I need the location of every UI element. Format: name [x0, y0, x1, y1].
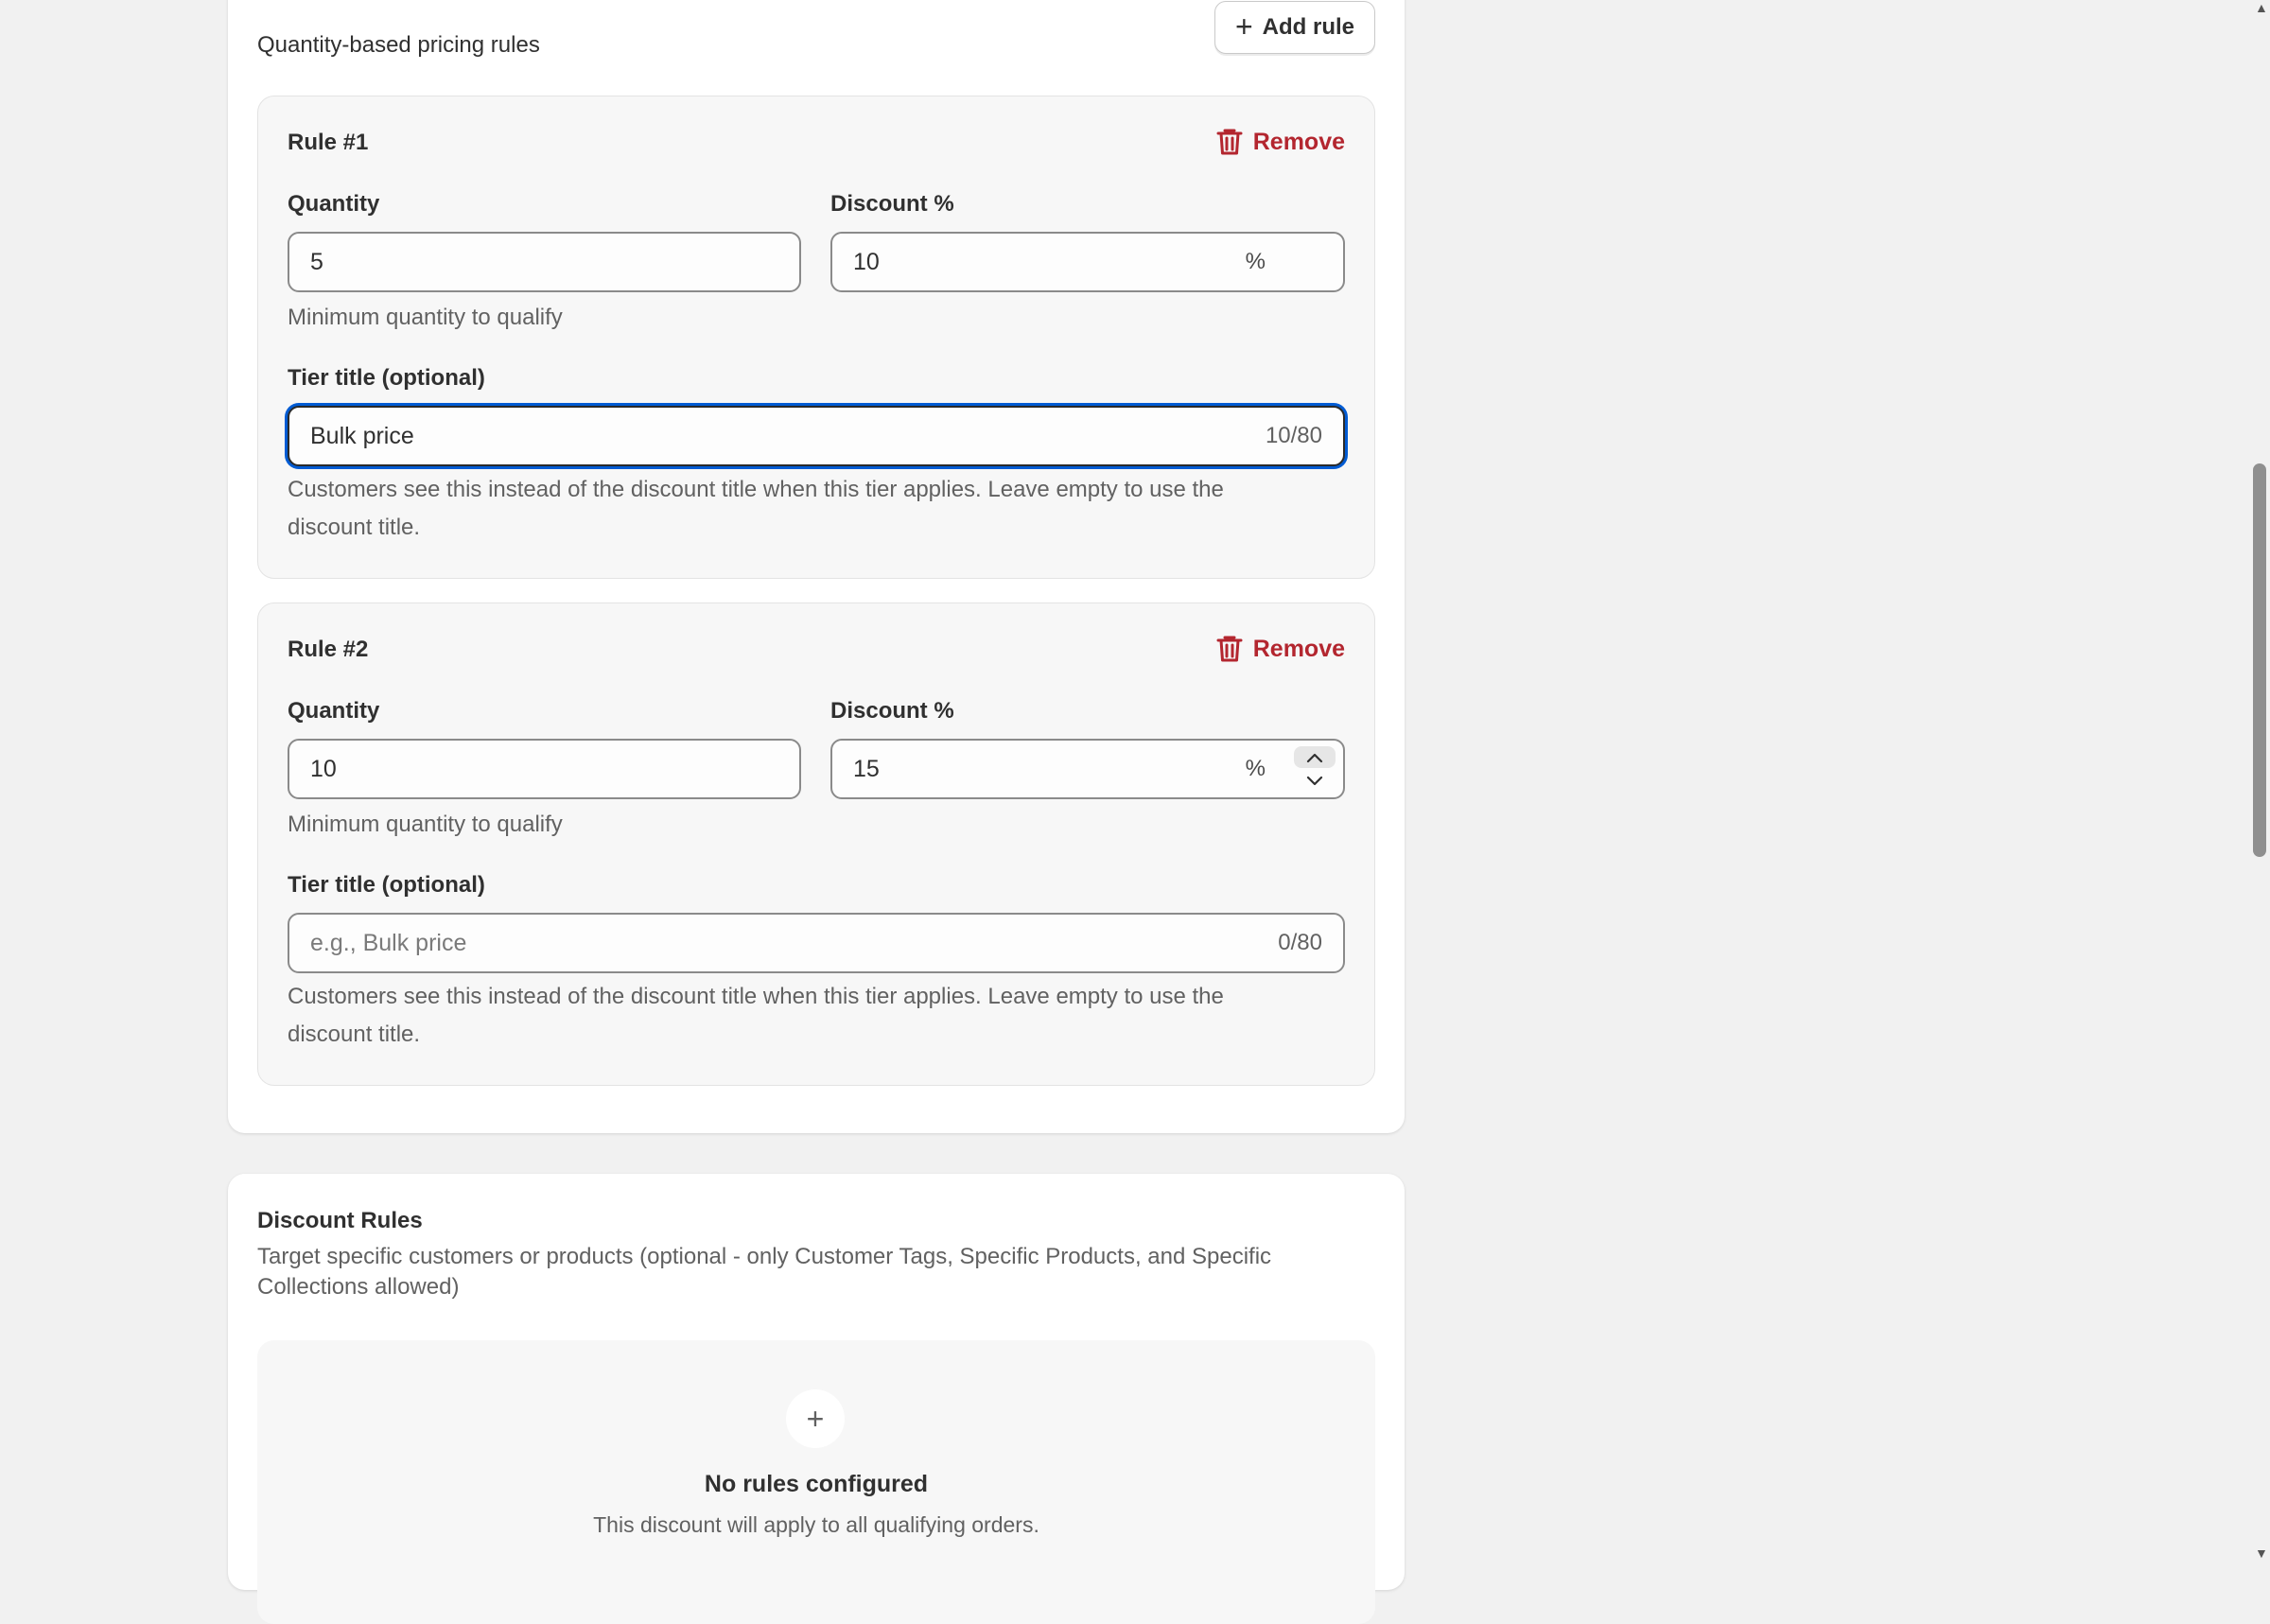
pricing-rules-title: Quantity-based pricing rules	[257, 32, 540, 58]
discount-value: 15	[853, 755, 880, 782]
pricing-rules-card: Quantity-based pricing rules + Add rule …	[228, 0, 1405, 1133]
add-rule-label: Add rule	[1262, 14, 1355, 40]
scroll-down-arrow[interactable]: ▼	[2255, 1545, 2268, 1561]
trash-icon	[1216, 129, 1243, 155]
rule-card-1: Rule #1 Remove Quantity 5 Minimum quanti…	[257, 96, 1375, 579]
tier-help-line-2: discount title.	[288, 1022, 421, 1047]
discount-rules-description: Target specific customers or products (o…	[257, 1242, 1271, 1302]
stepper-down-button[interactable]	[1294, 770, 1336, 792]
scroll-up-arrow[interactable]: ▲	[2255, 0, 2268, 15]
character-counter: 10/80	[1265, 423, 1322, 448]
quantity-input[interactable]: 10	[288, 739, 801, 799]
trash-icon	[1216, 636, 1243, 662]
quantity-value: 10	[310, 755, 337, 782]
quantity-label: Quantity	[288, 191, 380, 217]
discount-input[interactable]: 15 %	[830, 739, 1345, 799]
add-rule-button[interactable]: + Add rule	[1214, 1, 1375, 54]
remove-label: Remove	[1252, 635, 1345, 662]
quantity-label: Quantity	[288, 698, 380, 724]
empty-state: + No rules configured This discount will…	[257, 1340, 1375, 1624]
discount-rules-title: Discount Rules	[257, 1208, 423, 1233]
number-stepper[interactable]	[1294, 746, 1336, 792]
description-line-2: Collections allowed)	[257, 1274, 460, 1300]
rule-title: Rule #1	[288, 130, 369, 155]
scrollbar-thumb[interactable]	[2253, 463, 2266, 857]
chevron-down-icon	[1306, 776, 1323, 785]
rule-title: Rule #2	[288, 637, 369, 662]
stepper-up-button[interactable]	[1294, 746, 1336, 768]
tier-help-line-1: Customers see this instead of the discou…	[288, 984, 1224, 1009]
tier-title-label: Tier title (optional)	[288, 872, 485, 898]
tier-title-input[interactable]: Bulk price 10/80	[288, 406, 1345, 466]
quantity-help: Minimum quantity to qualify	[288, 305, 563, 330]
description-line-1: Target specific customers or products (o…	[257, 1244, 1272, 1269]
rule-card-2: Rule #2 Remove Quantity 10 Minimum quant…	[257, 602, 1375, 1086]
remove-rule-button[interactable]: Remove	[1215, 127, 1345, 157]
empty-state-subtitle: This discount will apply to all qualifyi…	[593, 1512, 1039, 1537]
discount-input[interactable]: 10 %	[830, 232, 1345, 292]
discount-label: Discount %	[830, 191, 954, 217]
plus-icon: +	[1234, 9, 1253, 44]
discount-value: 10	[853, 248, 880, 275]
quantity-help: Minimum quantity to qualify	[288, 812, 563, 837]
character-counter: 0/80	[1278, 930, 1322, 955]
discount-rules-card: Discount Rules Target specific customers…	[228, 1174, 1405, 1624]
tier-title-help: Customers see this instead of the discou…	[288, 471, 1224, 547]
tier-title-label: Tier title (optional)	[288, 365, 485, 391]
chevron-up-icon	[1306, 753, 1323, 762]
percent-suffix: %	[1245, 249, 1266, 274]
add-discount-rule-button[interactable]: +	[786, 1389, 845, 1448]
remove-label: Remove	[1252, 128, 1345, 155]
tier-title-placeholder: e.g., Bulk price	[310, 929, 467, 956]
quantity-value: 5	[310, 248, 323, 275]
plus-icon: +	[806, 1401, 825, 1436]
discount-label: Discount %	[830, 698, 954, 724]
quantity-input[interactable]: 5	[288, 232, 801, 292]
tier-title-help: Customers see this instead of the discou…	[288, 978, 1224, 1054]
tier-help-line-1: Customers see this instead of the discou…	[288, 477, 1224, 502]
percent-suffix: %	[1245, 756, 1266, 781]
tier-title-value: Bulk price	[310, 422, 414, 449]
tier-title-input[interactable]: e.g., Bulk price 0/80	[288, 913, 1345, 973]
empty-state-title: No rules configured	[704, 1471, 929, 1497]
tier-help-line-2: discount title.	[288, 515, 421, 540]
remove-rule-button[interactable]: Remove	[1215, 634, 1345, 664]
